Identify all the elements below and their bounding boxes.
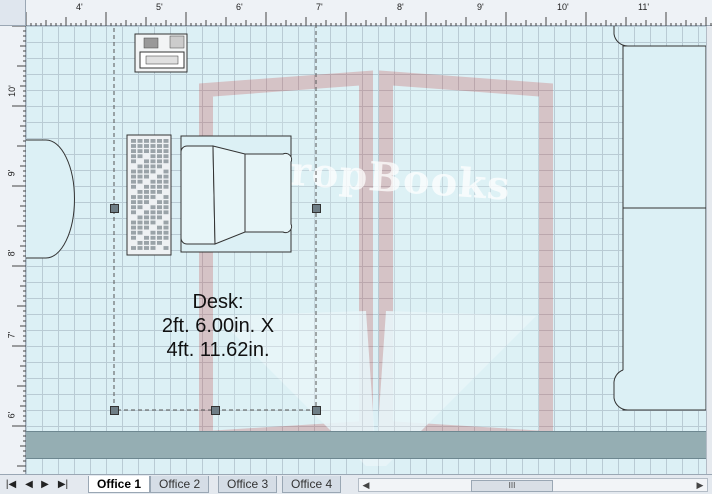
tab-office-3[interactable]: Office 3 (218, 476, 278, 493)
ruler-label-10ft: 10' (6, 85, 17, 97)
horizontal-ruler-ticks (25, 12, 712, 26)
left-door-shape (26, 139, 75, 259)
tab-office-4[interactable]: Office 4 (282, 476, 342, 493)
ruler-label-10: 10' (557, 2, 569, 12)
keyboard-icon[interactable] (126, 134, 174, 258)
ruler-label-4: 4' (76, 2, 83, 12)
selection-handle-icon[interactable] (110, 406, 119, 415)
wall-band[interactable] (26, 431, 706, 459)
horizontal-ruler: 4' 5' 6' 7' 8' 9' 10' 11' (0, 0, 712, 26)
first-page-button[interactable]: |◀ (4, 477, 18, 492)
drawing-canvas[interactable]: DropBooks Desk: 2ft. 6.00in. X 4ft. 11.6… (26, 26, 706, 474)
selection-handle-icon[interactable] (110, 204, 119, 213)
selection-handle-icon[interactable] (312, 406, 321, 415)
ruler-label-11: 11' (638, 2, 650, 12)
ruler-label-9ft: 9' (6, 169, 17, 177)
desk-dimension-label[interactable]: Desk: 2ft. 6.00in. X 4ft. 11.62in. (118, 290, 318, 362)
vertical-scrollbar[interactable] (706, 26, 712, 474)
desk-label-width: 2ft. 6.00in. X (161, 315, 275, 337)
ruler-label-7ft: 7' (6, 331, 17, 339)
ruler-label-8: 8' (397, 2, 404, 12)
vertical-ruler: 10' 9' 8' 7' 6' (0, 26, 26, 474)
tab-office-2[interactable]: Office 2 (150, 476, 210, 493)
right-cabinet (622, 45, 706, 411)
chair-icon[interactable] (179, 134, 295, 256)
last-page-button[interactable]: ▶| (56, 477, 70, 492)
right-cabinet-top (613, 26, 706, 47)
horizontal-scrollbar[interactable]: ◀ III ▶ (358, 478, 708, 492)
horizontal-scroll-thumb[interactable]: III (471, 480, 553, 492)
ruler-label-6ft: 6' (6, 411, 17, 419)
ruler-corner (0, 0, 26, 26)
ruler-label-8ft: 8' (6, 249, 17, 257)
selection-handle-icon[interactable] (312, 204, 321, 213)
tab-office-1[interactable]: Office 1 (88, 476, 151, 493)
ruler-label-5: 5' (156, 2, 163, 12)
selection-handle-icon[interactable] (211, 406, 220, 415)
ruler-label-6: 6' (236, 2, 243, 12)
ruler-label-9: 9' (477, 2, 484, 12)
ruler-label-7: 7' (316, 2, 323, 12)
scroll-right-icon[interactable]: ▶ (694, 479, 706, 491)
phone-icon[interactable] (134, 32, 190, 76)
scroll-left-icon[interactable]: ◀ (360, 479, 372, 491)
desk-label-title: Desk: (192, 291, 244, 313)
page-tab-bar: |◀ ◀ ▶ ▶| Office 1 Office 2 Office 3 Off… (0, 474, 712, 494)
prev-page-button[interactable]: ◀ (22, 477, 36, 492)
next-page-button[interactable]: ▶ (38, 477, 52, 492)
desk-label-depth: 4ft. 11.62in. (166, 339, 270, 361)
